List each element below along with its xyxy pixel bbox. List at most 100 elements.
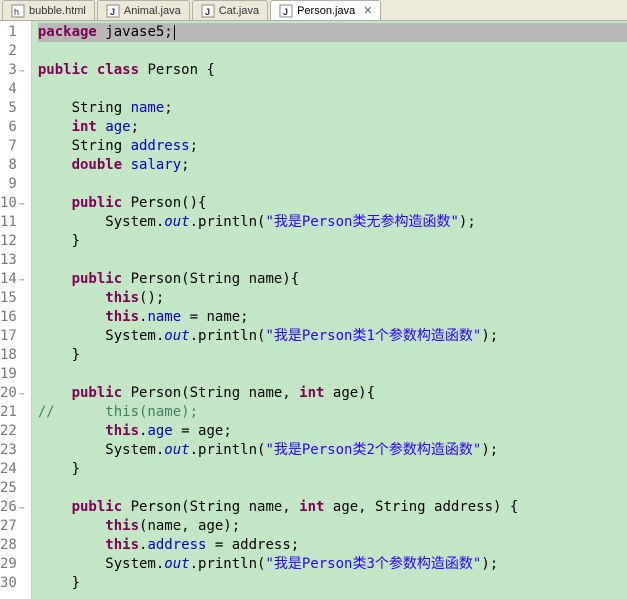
- code-line: public Person(String name, int age){: [38, 384, 627, 403]
- code-token: [122, 157, 130, 173]
- code-line: }: [38, 460, 627, 479]
- code-line: System.out.println("我是Person类3个参数构造函数");: [38, 555, 627, 574]
- line-number: 24: [0, 460, 27, 479]
- code-line: String address;: [38, 137, 627, 156]
- code-token: ;: [190, 138, 198, 154]
- fold-indicator[interactable]: −: [19, 271, 25, 290]
- tab-cat-java[interactable]: JCat.java: [192, 0, 268, 20]
- code-line: String name;: [38, 99, 627, 118]
- code-token: "我是Person类2个参数构造函数": [265, 442, 481, 458]
- line-number: 28: [0, 536, 27, 555]
- code-token: out: [164, 214, 189, 230]
- code-token: );: [481, 556, 498, 572]
- tab-person-java[interactable]: JPerson.java✕: [270, 0, 381, 20]
- line-number: 16: [0, 308, 27, 327]
- code-token: }: [38, 575, 80, 591]
- code-token: [88, 62, 96, 78]
- line-number: 27: [0, 517, 27, 536]
- code-token: .println(: [190, 328, 266, 344]
- code-token: }: [38, 461, 80, 477]
- code-token: int: [299, 499, 324, 515]
- code-token: class: [97, 62, 139, 78]
- code-line: public Person(String name, int age, Stri…: [38, 498, 627, 517]
- code-line: public Person(String name){: [38, 270, 627, 289]
- line-number: 4: [0, 80, 27, 99]
- line-number: 25: [0, 479, 27, 498]
- code-token: package: [38, 24, 97, 40]
- code-token: // this(name);: [38, 404, 198, 420]
- code-token: = name;: [181, 309, 248, 325]
- line-number: 11: [0, 213, 27, 232]
- fold-indicator[interactable]: −: [19, 385, 25, 404]
- tab-animal-java[interactable]: JAnimal.java: [97, 0, 190, 20]
- code-line: }: [38, 574, 627, 593]
- editor-pane: 123−45678910−11121314−151617181920−21222…: [0, 21, 627, 599]
- code-line: [38, 80, 627, 99]
- code-line: this.age = age;: [38, 422, 627, 441]
- code-token: [38, 195, 72, 211]
- fold-indicator[interactable]: −: [19, 499, 25, 518]
- code-line: this(name, age);: [38, 517, 627, 536]
- java-file-icon: J: [201, 4, 215, 18]
- line-number: 13: [0, 251, 27, 270]
- line-number-gutter: 123−45678910−11121314−151617181920−21222…: [0, 21, 32, 599]
- code-token: [38, 537, 105, 553]
- line-number: 20−: [0, 384, 27, 403]
- fold-indicator[interactable]: −: [19, 62, 25, 81]
- java-file-icon: J: [106, 4, 120, 18]
- code-token: address: [147, 537, 206, 553]
- code-token: (name, age);: [139, 518, 240, 534]
- code-token: public: [72, 195, 123, 211]
- code-line: public Person(){: [38, 194, 627, 213]
- tab-label: Person.java: [297, 5, 355, 17]
- code-token: ;: [164, 100, 172, 116]
- code-token: public: [72, 271, 123, 287]
- code-token: );: [481, 328, 498, 344]
- code-token: this: [105, 309, 139, 325]
- close-icon[interactable]: ✕: [363, 4, 372, 17]
- line-number: 30: [0, 574, 27, 593]
- code-line: [38, 251, 627, 270]
- line-number: 9: [0, 175, 27, 194]
- code-token: .println(: [190, 214, 266, 230]
- code-token: ();: [139, 290, 164, 306]
- code-line: [38, 175, 627, 194]
- code-token: String: [38, 100, 131, 116]
- code-token: System.: [38, 442, 164, 458]
- html-file-icon: h: [11, 4, 25, 18]
- code-area[interactable]: package javase5;public class Person { St…: [32, 21, 627, 599]
- line-number: 19: [0, 365, 27, 384]
- code-token: System.: [38, 214, 164, 230]
- code-line: System.out.println("我是Person类2个参数构造函数");: [38, 441, 627, 460]
- line-number: 1: [0, 23, 27, 42]
- line-number: 22: [0, 422, 27, 441]
- code-token: public: [38, 62, 89, 78]
- line-number: 6: [0, 118, 27, 137]
- line-number: 29: [0, 555, 27, 574]
- svg-text:J: J: [205, 7, 210, 17]
- code-token: this: [105, 290, 139, 306]
- code-token: [38, 271, 72, 287]
- code-line: System.out.println("我是Person类无参构造函数");: [38, 213, 627, 232]
- code-token: );: [481, 442, 498, 458]
- code-token: ;: [131, 119, 139, 135]
- code-token: this: [105, 537, 139, 553]
- code-token: address: [131, 138, 190, 154]
- code-token: out: [164, 328, 189, 344]
- code-token: public: [72, 385, 123, 401]
- code-token: .println(: [190, 442, 266, 458]
- code-token: double: [72, 157, 123, 173]
- tab-bubble-html[interactable]: hbubble.html: [2, 0, 95, 20]
- line-number: 14−: [0, 270, 27, 289]
- code-token: = age;: [173, 423, 232, 439]
- code-token: "我是Person类3个参数构造函数": [265, 556, 481, 572]
- code-token: Person(String name){: [122, 271, 299, 287]
- code-token: int: [72, 119, 97, 135]
- code-token: ;: [181, 157, 189, 173]
- code-token: out: [164, 556, 189, 572]
- code-token: name: [147, 309, 181, 325]
- fold-indicator[interactable]: −: [19, 195, 25, 214]
- code-token: Person(String name,: [122, 499, 299, 515]
- code-line: int age;: [38, 118, 627, 137]
- code-token: [38, 309, 105, 325]
